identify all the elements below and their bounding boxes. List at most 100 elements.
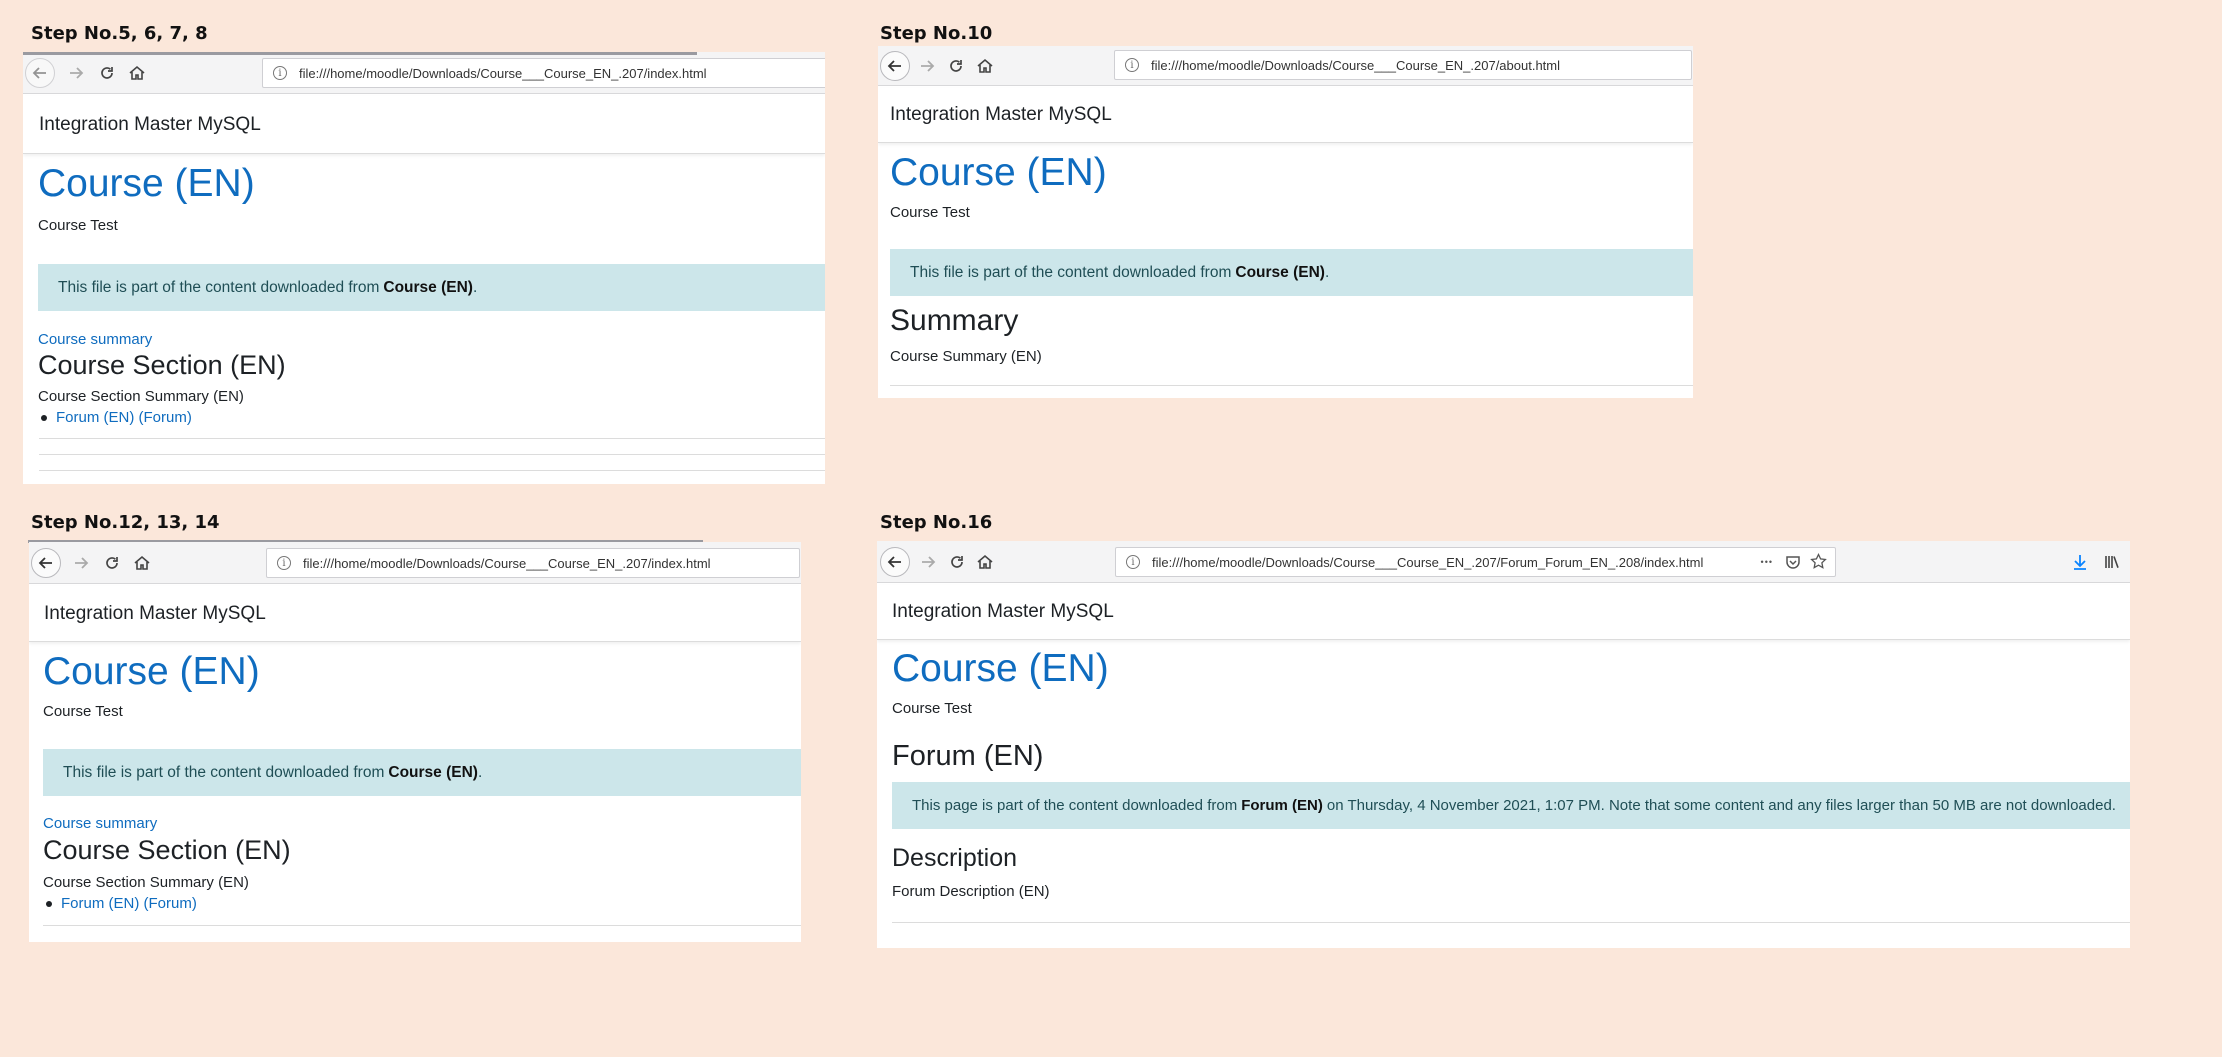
course-title: Course (EN) bbox=[38, 162, 255, 205]
course-title: Course (EN) bbox=[892, 647, 1109, 690]
bullet-icon bbox=[46, 900, 52, 907]
forum-link[interactable]: Forum (EN) (Forum) bbox=[56, 409, 192, 426]
site-name[interactable]: Integration Master MySQL bbox=[44, 603, 266, 625]
reload-icon bbox=[950, 60, 962, 72]
course-subtitle: Course Test bbox=[38, 217, 118, 234]
browser-window-2: i file:///home/moodle/Downloads/Course__… bbox=[878, 46, 1693, 398]
reload-button[interactable] bbox=[943, 53, 969, 79]
site-name[interactable]: Integration Master MySQL bbox=[892, 601, 1114, 623]
back-button[interactable] bbox=[880, 51, 910, 81]
browser-window-3: i file:///home/moodle/Downloads/Course__… bbox=[29, 542, 801, 942]
arrow-right-icon bbox=[75, 557, 89, 569]
step-label-1: Step No.5, 6, 7, 8 bbox=[31, 23, 208, 44]
url-bar[interactable]: i file:///home/moodle/Downloads/Course__… bbox=[262, 58, 825, 88]
home-icon bbox=[977, 554, 993, 569]
reload-icon bbox=[951, 556, 963, 568]
course-title: Course (EN) bbox=[43, 650, 260, 693]
course-summary-link[interactable]: Course summary bbox=[38, 331, 152, 348]
back-button[interactable] bbox=[31, 548, 61, 578]
url-bar[interactable]: i file:///home/moodle/Downloads/Course__… bbox=[1114, 50, 1692, 80]
download-notice: This file is part of the content downloa… bbox=[38, 264, 825, 311]
url-text: file:///home/moodle/Downloads/Course___C… bbox=[299, 65, 707, 81]
course-subtitle: Course Test bbox=[892, 700, 972, 717]
info-icon[interactable]: i bbox=[1125, 58, 1139, 72]
page-content: Course (EN) Course Test This file is par… bbox=[43, 650, 801, 912]
site-navbar: Integration Master MySQL bbox=[23, 96, 825, 154]
step-label-2: Step No.10 bbox=[880, 23, 993, 44]
step-label-4: Step No.16 bbox=[880, 512, 993, 533]
back-button[interactable] bbox=[880, 547, 910, 577]
summary-title: Summary bbox=[890, 304, 1019, 337]
site-navbar: Integration Master MySQL bbox=[29, 586, 801, 642]
section-title: Course Section (EN) bbox=[43, 835, 291, 865]
page-content: Course (EN) Course Test Forum (EN) This … bbox=[892, 647, 2130, 900]
forward-button[interactable] bbox=[68, 550, 94, 576]
divider bbox=[39, 454, 825, 455]
notice-course-name: Course (EN) bbox=[383, 278, 473, 296]
notice-forum-name: Forum (EN) bbox=[1241, 797, 1323, 814]
divider bbox=[43, 925, 801, 926]
home-button[interactable] bbox=[124, 60, 150, 86]
course-subtitle: Course Test bbox=[890, 204, 970, 221]
divider bbox=[39, 470, 825, 471]
download-notice: This file is part of the content downloa… bbox=[890, 249, 1693, 296]
site-navbar: Integration Master MySQL bbox=[877, 585, 2130, 640]
browser-window-4: i file:///home/moodle/Downloads/Course__… bbox=[877, 541, 2130, 948]
forward-button[interactable] bbox=[914, 53, 940, 79]
course-subtitle: Course Test bbox=[43, 703, 123, 720]
notice-course-name: Course (EN) bbox=[388, 763, 478, 781]
home-button[interactable] bbox=[129, 550, 155, 576]
pocket-icon[interactable] bbox=[1785, 554, 1801, 573]
more-actions-icon[interactable]: ••• bbox=[1761, 557, 1773, 567]
step-label-3: Step No.12, 13, 14 bbox=[31, 512, 220, 533]
download-notice: This page is part of the content downloa… bbox=[892, 782, 2130, 829]
downloads-button[interactable] bbox=[2067, 549, 2093, 575]
info-icon[interactable]: i bbox=[277, 556, 291, 570]
notice-text: This file is part of the content downloa… bbox=[910, 263, 1232, 281]
reload-icon bbox=[106, 557, 118, 569]
download-notice: This file is part of the content downloa… bbox=[43, 749, 801, 796]
reload-icon bbox=[101, 67, 113, 79]
site-navbar: Integration Master MySQL bbox=[878, 88, 1693, 143]
forward-button[interactable] bbox=[915, 549, 941, 575]
arrow-left-icon bbox=[38, 557, 52, 569]
home-button[interactable] bbox=[972, 53, 998, 79]
forum-title: Forum (EN) bbox=[892, 740, 1044, 772]
notice-end: . bbox=[1324, 263, 1330, 281]
browser-toolbar: i file:///home/moodle/Downloads/Course__… bbox=[23, 52, 825, 94]
reload-button[interactable] bbox=[99, 550, 125, 576]
library-button[interactable] bbox=[2099, 549, 2125, 575]
url-text: file:///home/moodle/Downloads/Course___C… bbox=[303, 555, 711, 571]
site-name[interactable]: Integration Master MySQL bbox=[39, 114, 261, 136]
home-button[interactable] bbox=[972, 549, 998, 575]
course-summary-link[interactable]: Course summary bbox=[43, 815, 157, 832]
url-text: file:///home/moodle/Downloads/Course___C… bbox=[1151, 57, 1561, 73]
divider bbox=[39, 438, 825, 439]
notice-text: This page is part of the content downloa… bbox=[912, 797, 1238, 814]
info-icon[interactable]: i bbox=[1126, 555, 1140, 569]
reload-button[interactable] bbox=[94, 60, 120, 86]
arrow-right-icon bbox=[921, 60, 935, 72]
reload-button[interactable] bbox=[944, 549, 970, 575]
page-content: Course (EN) Course Test This file is par… bbox=[890, 151, 1693, 365]
divider bbox=[890, 385, 1693, 386]
back-button[interactable] bbox=[25, 58, 55, 88]
course-title: Course (EN) bbox=[890, 151, 1107, 194]
forward-button[interactable] bbox=[63, 60, 89, 86]
site-name[interactable]: Integration Master MySQL bbox=[890, 104, 1112, 126]
arrow-left-icon bbox=[887, 556, 901, 568]
notice-text: This file is part of the content downloa… bbox=[63, 763, 385, 781]
page-load-progress bbox=[23, 52, 697, 55]
home-icon bbox=[129, 65, 145, 80]
list-item: Forum (EN) (Forum) bbox=[38, 409, 192, 426]
info-icon[interactable]: i bbox=[273, 66, 287, 80]
description-text: Forum Description (EN) bbox=[892, 883, 1050, 900]
url-bar[interactable]: i file:///home/moodle/Downloads/Course__… bbox=[266, 548, 800, 578]
browser-toolbar: i file:///home/moodle/Downloads/Course__… bbox=[877, 541, 2130, 583]
forum-link[interactable]: Forum (EN) (Forum) bbox=[61, 895, 197, 912]
arrow-right-icon bbox=[70, 67, 84, 79]
bookmark-star-icon[interactable] bbox=[1810, 552, 1827, 573]
url-bar[interactable]: i file:///home/moodle/Downloads/Course__… bbox=[1115, 547, 1836, 577]
notice-end: . bbox=[477, 763, 483, 781]
arrow-right-icon bbox=[922, 556, 936, 568]
